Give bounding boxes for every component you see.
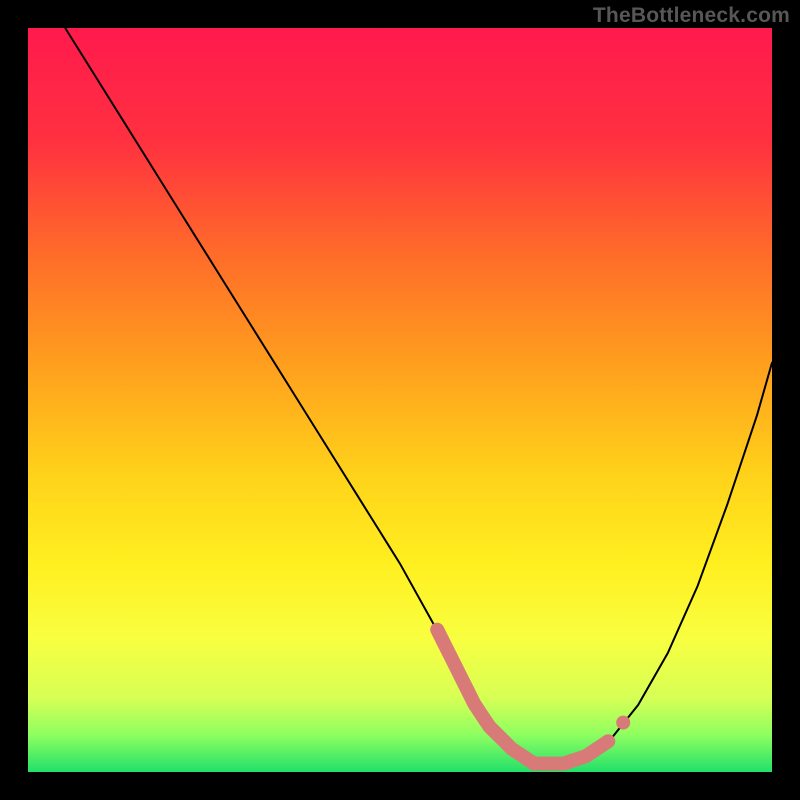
bottleneck-chart xyxy=(28,28,772,772)
chart-frame: TheBottleneck.com xyxy=(0,0,800,800)
watermark-text: TheBottleneck.com xyxy=(593,4,790,28)
gradient-background xyxy=(28,28,772,772)
valley-marker-dot xyxy=(616,716,630,730)
plot-area xyxy=(28,28,772,772)
